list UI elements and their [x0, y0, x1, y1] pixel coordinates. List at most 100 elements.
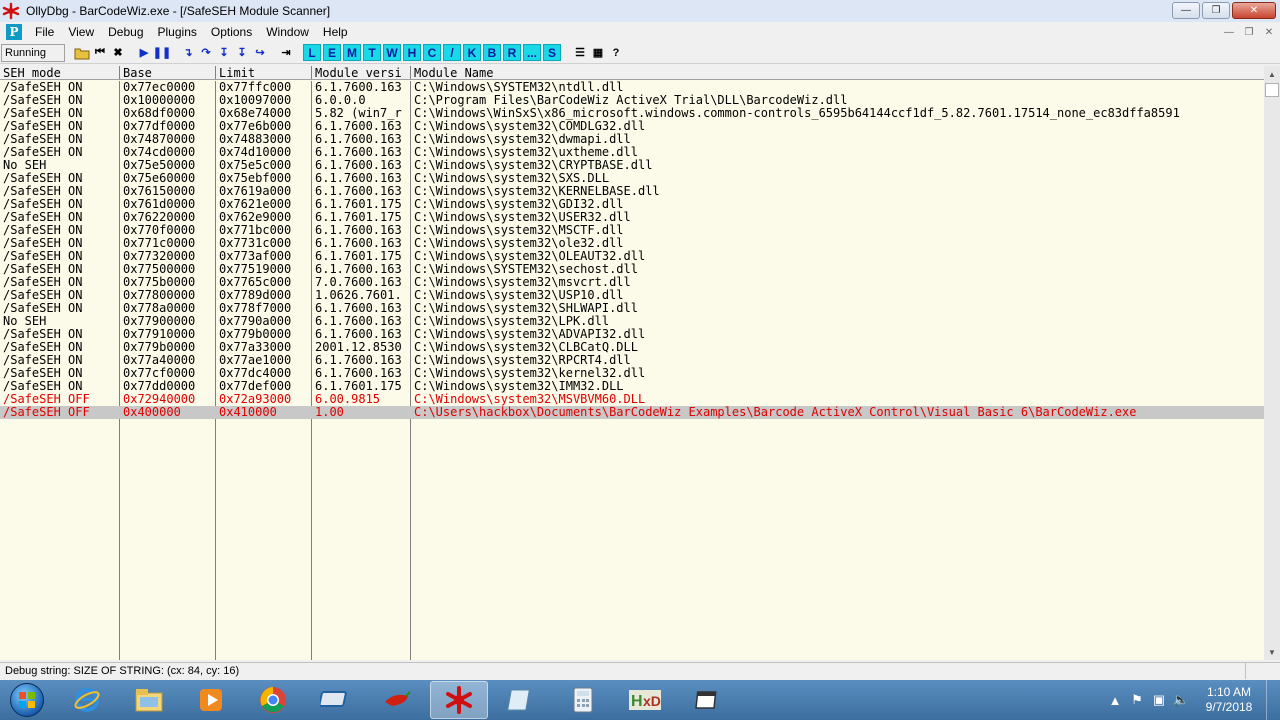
menu-window[interactable]: Window: [259, 22, 316, 42]
menu-debug[interactable]: Debug: [101, 22, 150, 42]
column-header-base[interactable]: Base: [120, 66, 216, 79]
trace-into-icon[interactable]: ↧: [215, 44, 233, 62]
goto-address-icon[interactable]: ⇥: [277, 44, 295, 62]
options-grid-icon[interactable]: ▦: [589, 44, 607, 62]
column-header-limit[interactable]: Limit: [216, 66, 312, 79]
mdi-restore-button[interactable]: ❐: [1240, 24, 1258, 40]
scroll-thumb[interactable]: [1265, 83, 1279, 97]
internet-explorer-icon[interactable]: [58, 681, 116, 719]
column-header-module-name[interactable]: Module Name: [411, 66, 1264, 79]
windows-button[interactable]: W: [383, 44, 401, 61]
table-row[interactable]: /SafeSEH ON 0x77910000 0x779b0000 6.1.7600.…: [0, 328, 1264, 341]
executable-modules-button[interactable]: E: [323, 44, 341, 61]
help-icon[interactable]: ?: [607, 44, 625, 62]
log-window-button[interactable]: L: [303, 44, 321, 61]
menu-options[interactable]: Options: [204, 22, 259, 42]
chili-app-icon[interactable]: [368, 681, 426, 719]
table-row[interactable]: /SafeSEH OFF 0x400000 0x410000 1.00 C:\Users…: [0, 406, 1264, 419]
pause-icon[interactable]: ❚❚: [153, 44, 171, 62]
remote-desktop-icon[interactable]: [306, 681, 364, 719]
show-desktop-button[interactable]: [1266, 680, 1280, 720]
cell-module-name: C:\Windows\system32\MSCTF.dll: [414, 224, 624, 237]
cpu-button[interactable]: C: [423, 44, 441, 61]
action-center-flag-icon[interactable]: ⚑: [1126, 689, 1148, 711]
table-row[interactable]: /SafeSEH ON 0x10000000 0x10097000 6.0.0.0 C:…: [0, 94, 1264, 107]
file-explorer-icon[interactable]: [120, 681, 178, 719]
source-button[interactable]: S: [543, 44, 561, 61]
chrome-icon[interactable]: [244, 681, 302, 719]
child-window-icon[interactable]: P: [6, 24, 22, 40]
table-row[interactable]: /SafeSEH ON 0x77cf0000 0x77dc4000 6.1.7600.…: [0, 367, 1264, 380]
notepad-app-icon[interactable]: [492, 681, 550, 719]
breakpoints-button[interactable]: B: [483, 44, 501, 61]
execute-till-return-icon[interactable]: ↪: [251, 44, 269, 62]
column-header-seh-mode[interactable]: SEH mode: [0, 66, 120, 79]
table-row[interactable]: /SafeSEH ON 0x76220000 0x762e9000 6.1.7601.…: [0, 211, 1264, 224]
scroll-up-icon[interactable]: ▲: [1264, 66, 1280, 82]
hxd-icon[interactable]: HxD: [616, 681, 674, 719]
close-button[interactable]: ✕: [1232, 2, 1276, 19]
calculator-icon[interactable]: [554, 681, 612, 719]
trace-over-icon[interactable]: ↧: [233, 44, 251, 62]
vertical-scrollbar[interactable]: ▲ ▼: [1264, 66, 1280, 660]
memory-map-button[interactable]: M: [343, 44, 361, 61]
column-header-module-version[interactable]: Module versi: [312, 66, 411, 79]
menu-view[interactable]: View: [61, 22, 101, 42]
ollydbg-taskbar-icon[interactable]: [430, 681, 488, 719]
minimize-button[interactable]: —: [1172, 2, 1200, 19]
cell-base: 0x75e50000: [123, 159, 196, 172]
menu-help[interactable]: Help: [316, 22, 355, 42]
cell-module-version: 6.1.7601.175: [315, 380, 402, 393]
table-row[interactable]: /SafeSEH ON 0x77df0000 0x77e6b000 6.1.7600.…: [0, 120, 1264, 133]
scroll-down-icon[interactable]: ▼: [1264, 644, 1280, 660]
table-row[interactable]: /SafeSEH ON 0x75e60000 0x75ebf000 6.1.7600.…: [0, 172, 1264, 185]
table-row[interactable]: /SafeSEH ON 0x74870000 0x74883000 6.1.7600.…: [0, 133, 1264, 146]
table-row[interactable]: /SafeSEH ON 0x770f0000 0x771bc000 6.1.7600.…: [0, 224, 1264, 237]
table-row[interactable]: No SEH 0x75e50000 0x75e5c000 6.1.7600.163 C:…: [0, 159, 1264, 172]
table-row[interactable]: /SafeSEH ON 0x761d0000 0x7621e000 6.1.7601.…: [0, 198, 1264, 211]
step-over-icon[interactable]: ↷: [197, 44, 215, 62]
references-button[interactable]: R: [503, 44, 521, 61]
list-icon[interactable]: ☰: [571, 44, 589, 62]
table-row[interactable]: /SafeSEH ON 0x771c0000 0x7731c000 6.1.7600.…: [0, 237, 1264, 250]
run-icon[interactable]: ▶: [135, 44, 153, 62]
volume-icon[interactable]: 🔈: [1170, 689, 1192, 711]
mdi-minimize-button[interactable]: —: [1220, 24, 1238, 40]
table-row[interactable]: /SafeSEH ON 0x778a0000 0x778f7000 6.1.7600.…: [0, 302, 1264, 315]
call-stack-button[interactable]: K: [463, 44, 481, 61]
mdi-close-button[interactable]: ✕: [1260, 24, 1278, 40]
step-into-icon[interactable]: ↴: [179, 44, 197, 62]
table-row[interactable]: /SafeSEH ON 0x68df0000 0x68e74000 5.82 (win…: [0, 107, 1264, 120]
table-row[interactable]: /SafeSEH ON 0x77dd0000 0x77def000 6.1.7601.…: [0, 380, 1264, 393]
cell-limit: 0x75ebf000: [219, 172, 292, 185]
table-row[interactable]: /SafeSEH ON 0x77a40000 0x77ae1000 6.1.7600.…: [0, 354, 1264, 367]
window-app-icon[interactable]: [678, 681, 736, 719]
open-folder-icon[interactable]: [73, 44, 91, 62]
cell-module-name: C:\Windows\system32\CLBCatQ.DLL: [414, 341, 638, 354]
maximize-button[interactable]: ❐: [1202, 2, 1230, 19]
menu-plugins[interactable]: Plugins: [151, 22, 204, 42]
start-button[interactable]: [0, 680, 54, 720]
cell-module-version: 6.1.7600.163: [315, 302, 402, 315]
table-row[interactable]: /SafeSEH ON 0x77800000 0x7789d000 1.0626.76…: [0, 289, 1264, 302]
table-row[interactable]: /SafeSEH ON 0x77320000 0x773af000 6.1.7601.…: [0, 250, 1264, 263]
handles-button[interactable]: H: [403, 44, 421, 61]
table-row[interactable]: /SafeSEH ON 0x779b0000 0x77a33000 2001.12.8…: [0, 341, 1264, 354]
menu-file[interactable]: File: [28, 22, 61, 42]
table-row[interactable]: No SEH 0x77900000 0x7790a000 6.1.7600.163 C:…: [0, 315, 1264, 328]
threads-button[interactable]: T: [363, 44, 381, 61]
close-program-icon[interactable]: ✖: [109, 44, 127, 62]
table-row[interactable]: /SafeSEH ON 0x775b0000 0x7765c000 7.0.7600.…: [0, 276, 1264, 289]
table-row[interactable]: /SafeSEH ON 0x77ec0000 0x77ffc000 6.1.7600.…: [0, 81, 1264, 94]
patches-button[interactable]: /: [443, 44, 461, 61]
table-row[interactable]: /SafeSEH ON 0x77500000 0x77519000 6.1.7600.…: [0, 263, 1264, 276]
show-hidden-icons-icon[interactable]: ▲: [1104, 689, 1126, 711]
table-row[interactable]: /SafeSEH OFF 0x72940000 0x72a93000 6.00.981…: [0, 393, 1264, 406]
restart-icon[interactable]: ⏮: [91, 44, 109, 62]
media-player-icon[interactable]: [182, 681, 240, 719]
network-icon[interactable]: ▣: [1148, 689, 1170, 711]
run-trace-button[interactable]: ...: [523, 44, 541, 61]
table-row[interactable]: /SafeSEH ON 0x74cd0000 0x74d10000 6.1.7600.…: [0, 146, 1264, 159]
table-row[interactable]: /SafeSEH ON 0x76150000 0x7619a000 6.1.7600.…: [0, 185, 1264, 198]
clock[interactable]: 1:10 AM 9/7/2018: [1192, 685, 1266, 715]
